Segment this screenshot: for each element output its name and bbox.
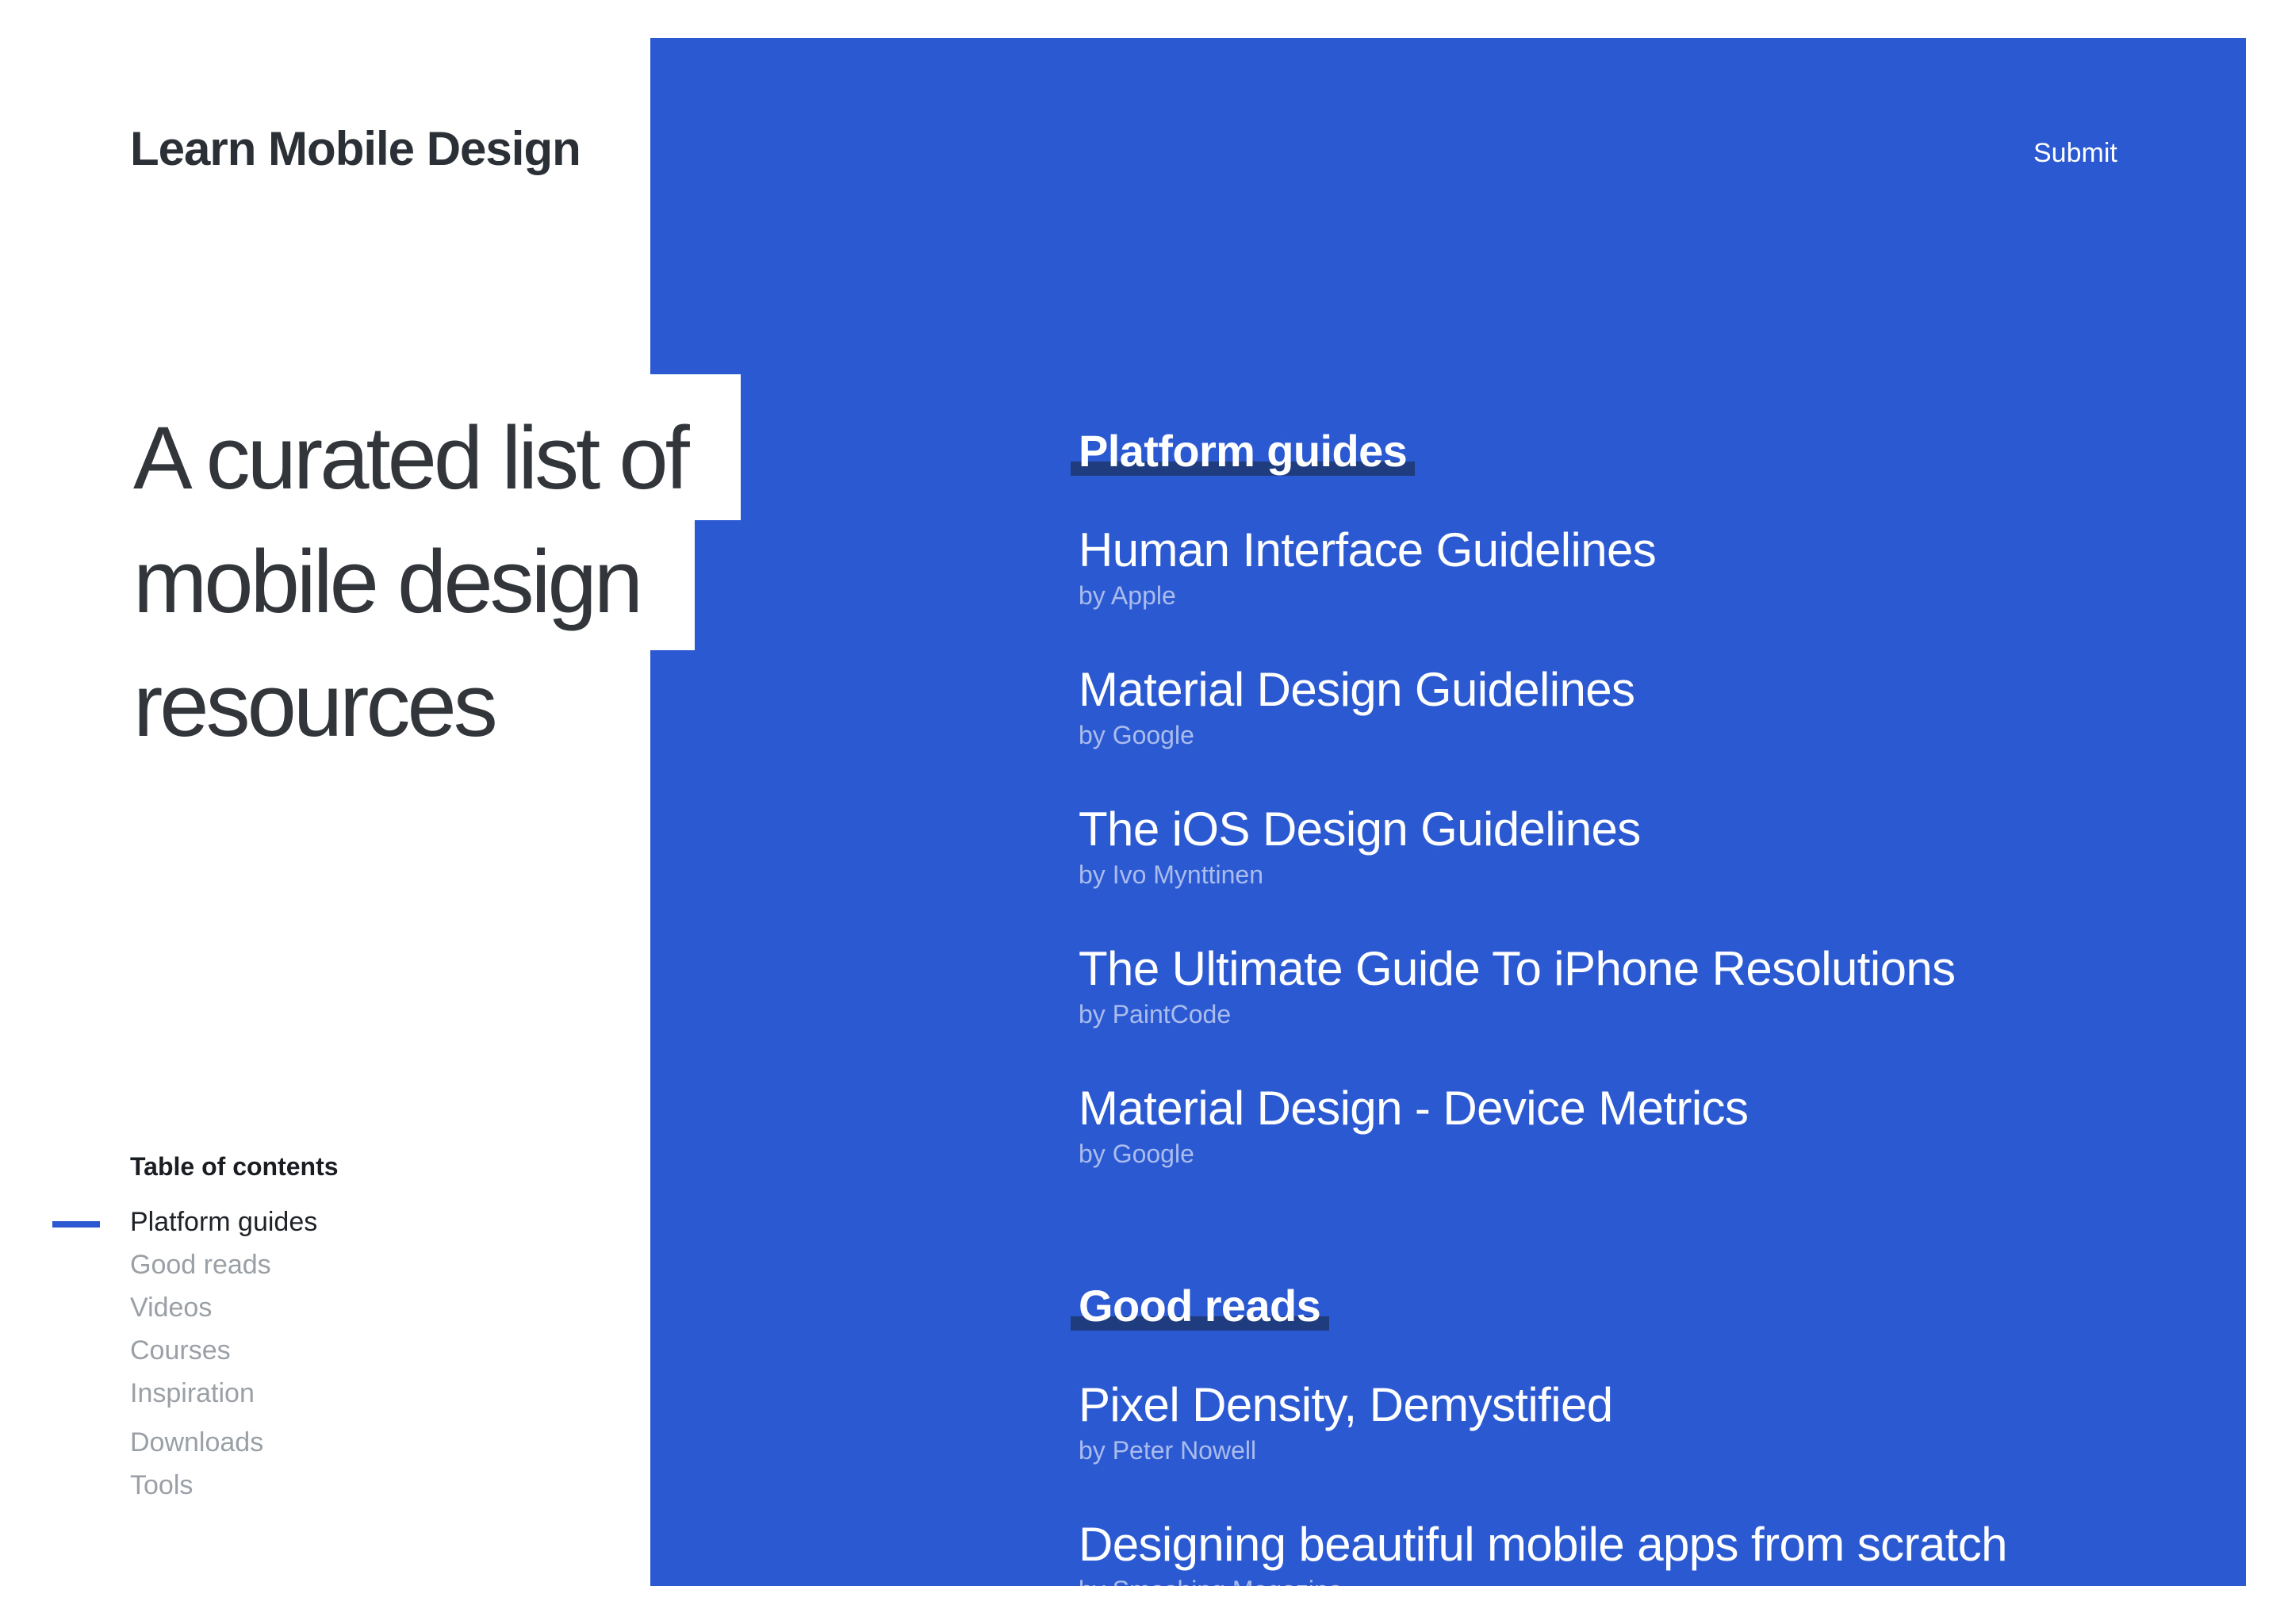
content-panel: Submit Platform guides Human Interface G… [650, 38, 2246, 1586]
resource-link[interactable]: Material Design - Device Metrics [1079, 1085, 2221, 1134]
resource-byline: by Ivo Mynttinen [1079, 861, 2221, 893]
resource-byline: by PaintCode [1079, 1001, 2221, 1032]
resource-byline: by Google [1079, 722, 2221, 753]
list-item: Pixel Density, Demystified by Peter Nowe… [1079, 1381, 2221, 1469]
resource-byline: by Smashing Magazine [1079, 1576, 2221, 1586]
resource-link[interactable]: The iOS Design Guidelines [1079, 806, 2221, 855]
site-logo[interactable]: Learn Mobile Design [130, 122, 581, 179]
resource-link[interactable]: Human Interface Guidelines [1079, 527, 2221, 576]
section-good-reads: Good reads Pixel Density, Demystified by… [1079, 1280, 2221, 1586]
resource-byline: by Peter Nowell [1079, 1437, 2221, 1469]
page: Submit Platform guides Human Interface G… [0, 0, 2284, 1624]
list-item: Human Interface Guidelines by Apple [1079, 527, 2221, 614]
resource-byline: by Google [1079, 1140, 2221, 1172]
list-item: The Ultimate Guide To iPhone Resolutions… [1079, 945, 2221, 1032]
submit-link[interactable]: Submit [2033, 138, 2117, 170]
list-item: Designing beautiful mobile apps from scr… [1079, 1521, 2221, 1586]
page-title-line: mobile design [133, 520, 694, 650]
resource-list: Platform guides Human Interface Guidelin… [1079, 425, 2221, 1586]
toc-item-tools[interactable]: Tools [130, 1464, 339, 1507]
toc-item-inspiration[interactable]: Inspiration [130, 1372, 339, 1415]
toc-item-courses[interactable]: Courses [130, 1329, 339, 1372]
toc-item-good-reads[interactable]: Good reads [130, 1243, 339, 1286]
resource-link[interactable]: Designing beautiful mobile apps from scr… [1079, 1521, 2221, 1570]
section-heading: Platform guides [1079, 425, 1407, 479]
active-item-indicator [52, 1221, 100, 1228]
resource-byline: by Apple [1079, 582, 2221, 614]
list-item: The iOS Design Guidelines by Ivo Mynttin… [1079, 806, 2221, 893]
section-platform-guides: Platform guides Human Interface Guidelin… [1079, 425, 2221, 1172]
section-heading: Good reads [1079, 1280, 1320, 1334]
section-heading-label: Good reads [1079, 1281, 1320, 1331]
section-heading-label: Platform guides [1079, 427, 1407, 476]
toc-item-platform-guides[interactable]: Platform guides [130, 1201, 339, 1243]
toc-item-downloads[interactable]: Downloads [130, 1421, 339, 1464]
list-item: Material Design Guidelines by Google [1079, 666, 2221, 753]
toc-heading: Table of contents [130, 1153, 339, 1185]
toc-item-videos[interactable]: Videos [130, 1286, 339, 1329]
page-title-line: resources [133, 650, 549, 780]
table-of-contents: Table of contents Platform guides Good r… [130, 1153, 339, 1507]
page-title-line: A curated list of [133, 374, 741, 520]
resource-link[interactable]: Pixel Density, Demystified [1079, 1381, 2221, 1431]
resource-link[interactable]: Material Design Guidelines [1079, 666, 2221, 715]
toc-list: Platform guides Good reads Videos Course… [130, 1201, 339, 1507]
resource-link[interactable]: The Ultimate Guide To iPhone Resolutions [1079, 945, 2221, 994]
list-item: Material Design - Device Metrics by Goog… [1079, 1085, 2221, 1172]
